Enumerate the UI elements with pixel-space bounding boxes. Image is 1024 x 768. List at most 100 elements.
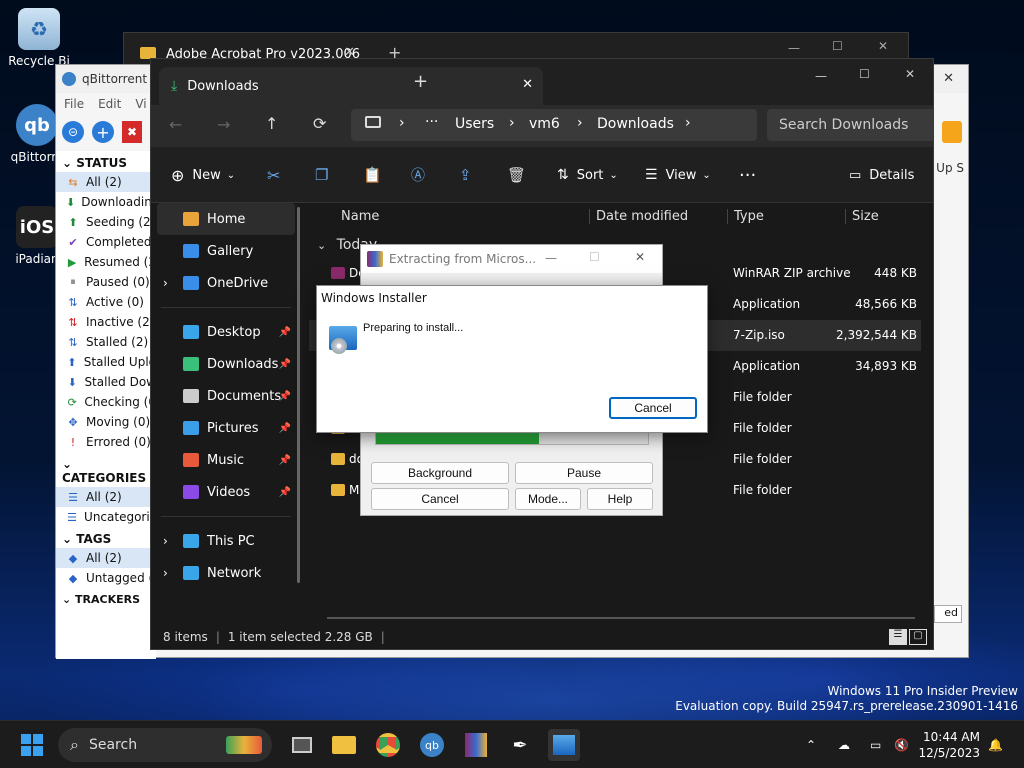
column-name[interactable]: Name [341,209,379,224]
mode-button[interactable]: Mode... [515,488,581,510]
nav-item-this-pc[interactable]: › This PC [151,525,301,557]
status-filter-item[interactable]: ⇆ All (2) [56,172,156,192]
nav-item-downloads[interactable]: Downloads 📌 [151,348,301,380]
qbittorrent-right-button[interactable]: ed [934,605,962,623]
notification-bell-icon[interactable]: 🔔 [988,721,1003,768]
view-button[interactable]: ☰ View ⌄ [645,161,711,189]
qbittorrent-taskbar-icon[interactable]: qb [416,729,448,761]
tiles-view-icon[interactable]: ▢ [909,629,927,645]
maximize-icon[interactable]: ☐ [859,67,870,81]
breadcrumb-vm6[interactable]: vm6 [529,116,560,132]
address-bar[interactable]: › ··· Users › vm6 › Downloads › [351,109,757,141]
close-tab-icon[interactable]: ✕ [522,77,533,92]
maximize-icon[interactable]: ☐ [832,39,843,53]
status-filter-item[interactable]: ⇅ Stalled (2) [56,332,156,352]
minimize-icon[interactable]: — [815,69,827,83]
column-type[interactable]: Type [727,209,764,224]
chevron-right-icon[interactable]: › [163,276,168,290]
rename-icon[interactable]: Ⓐ [411,161,425,189]
status-filter-item[interactable]: ⇅ Active (0) [56,292,156,312]
file-explorer-taskbar-icon[interactable] [328,729,360,761]
nav-item-desktop[interactable]: Desktop 📌 [151,316,301,348]
new-tab-icon[interactable]: + [413,71,428,92]
winrar-taskbar-icon[interactable] [460,729,492,761]
trackers-section-header[interactable]: ⌄ TRACKERS [56,588,156,608]
new-button[interactable]: ⊕ New ⌄ [171,161,235,189]
chevron-right-icon[interactable]: › [163,534,168,548]
details-view-icon[interactable]: ☰ [889,629,907,645]
close-window-icon[interactable]: ✕ [905,67,915,81]
tag-filter-item[interactable]: ◆ All (2) [56,548,156,568]
search-input[interactable]: Search Downloads [779,117,908,133]
categories-section-header[interactable]: ⌄ CATEGORIES [56,452,156,487]
more-locations-icon[interactable]: ··· [425,114,438,130]
installer-cancel-button[interactable]: Cancel [609,397,697,419]
column-date-modified[interactable]: Date modified [589,209,688,224]
help-button[interactable]: Help [587,488,653,510]
up-icon[interactable]: ↑ [265,114,278,133]
nav-item-music[interactable]: Music 📌 [151,444,301,476]
menu-edit[interactable]: Edit [98,97,121,111]
refresh-icon[interactable]: ⟳ [313,114,326,133]
taskbar-search[interactable]: ⌕ Search [58,728,272,762]
close-window-icon[interactable]: ✕ [943,71,954,86]
breadcrumb-downloads[interactable]: Downloads [597,116,674,132]
back-icon[interactable]: ← [169,115,182,134]
menu-file[interactable]: File [64,97,84,111]
status-filter-item[interactable]: ⬇ Stalled Dow [56,372,156,392]
background-button[interactable]: Background [371,462,509,484]
column-size[interactable]: Size [845,209,879,224]
tray-chevron-icon[interactable]: ⌃ [806,721,816,768]
status-filter-item[interactable]: ⏸ Paused (0) [56,272,156,292]
tab-downloads[interactable]: ⤓ Downloads ✕ [159,67,543,105]
share-icon[interactable]: ⇪ [459,161,472,189]
chevron-right-icon[interactable]: › [163,566,168,580]
status-filter-item[interactable]: ⬆ Seeding (2) [56,212,156,232]
minimize-icon[interactable]: — [545,251,557,265]
menu-view[interactable]: Vi [135,97,146,111]
copy-icon[interactable]: ❐ [315,161,328,189]
close-icon[interactable]: ✕ [635,250,645,264]
forward-icon[interactable]: → [217,115,230,134]
status-filter-item[interactable]: ⇅ Inactive (2) [56,312,156,332]
close-window-icon[interactable]: ✕ [878,39,888,53]
acrobat-taskbar-icon[interactable]: ✒ [504,729,536,761]
nav-item-videos[interactable]: Videos 📌 [151,476,301,508]
cloud-off-icon[interactable]: ☁ [838,721,850,768]
horizontal-scrollbar[interactable] [327,617,915,619]
status-filter-item[interactable]: ! Errored (0) [56,432,156,452]
more-options-icon[interactable]: ··· [739,161,756,189]
nav-item-gallery[interactable]: Gallery [151,235,301,267]
cut-icon[interactable]: ✂ [267,161,280,189]
system-clock[interactable]: 10:44 AM 12/5/2023 [918,729,980,761]
status-filter-item[interactable]: ⬇ Downloading [56,192,156,212]
status-filter-item[interactable]: ✥ Moving (0) [56,412,156,432]
navigation-scrollbar[interactable] [297,207,300,583]
search-box[interactable]: Search Downloads [767,109,933,141]
upload-speed-column-header[interactable]: Up S [936,161,964,175]
details-button[interactable]: ▭ Details [849,161,914,189]
add-torrent-icon[interactable]: + [92,121,114,143]
status-section-header[interactable]: ⌄ STATUS [56,151,156,172]
delete-icon[interactable]: ✖ [122,121,142,143]
nav-item-pictures[interactable]: Pictures 📌 [151,412,301,444]
status-filter-item[interactable]: ▶ Resumed (2 [56,252,156,272]
nav-item-onedrive[interactable]: › OneDrive [151,267,301,299]
installer-taskbar-icon[interactable] [548,729,580,761]
sort-button[interactable]: ⇅ Sort ⌄ [557,161,618,189]
status-filter-item[interactable]: ⬆ Stalled Uplo [56,352,156,372]
tags-section-header[interactable]: ⌄ TAGS [56,527,156,548]
chrome-icon[interactable] [372,729,404,761]
windows-installer-dialog[interactable]: Windows Installer Preparing to install..… [316,285,708,433]
add-link-icon[interactable]: ⊝ [62,121,84,143]
delete-icon[interactable]: 🗑 [507,161,526,189]
category-filter-item[interactable]: ☰ Uncategoriz [56,507,156,527]
minimize-icon[interactable]: — [788,41,800,55]
category-filter-item[interactable]: ☰ All (2) [56,487,156,507]
paste-icon[interactable]: 📋 [363,161,382,189]
volume-muted-icon[interactable]: 🔇 [894,721,909,768]
nav-item-documents[interactable]: Documents 📌 [151,380,301,412]
status-filter-item[interactable]: ⟳ Checking (0 [56,392,156,412]
network-icon[interactable]: ▭ [870,721,881,768]
breadcrumb-users[interactable]: Users [455,116,494,132]
